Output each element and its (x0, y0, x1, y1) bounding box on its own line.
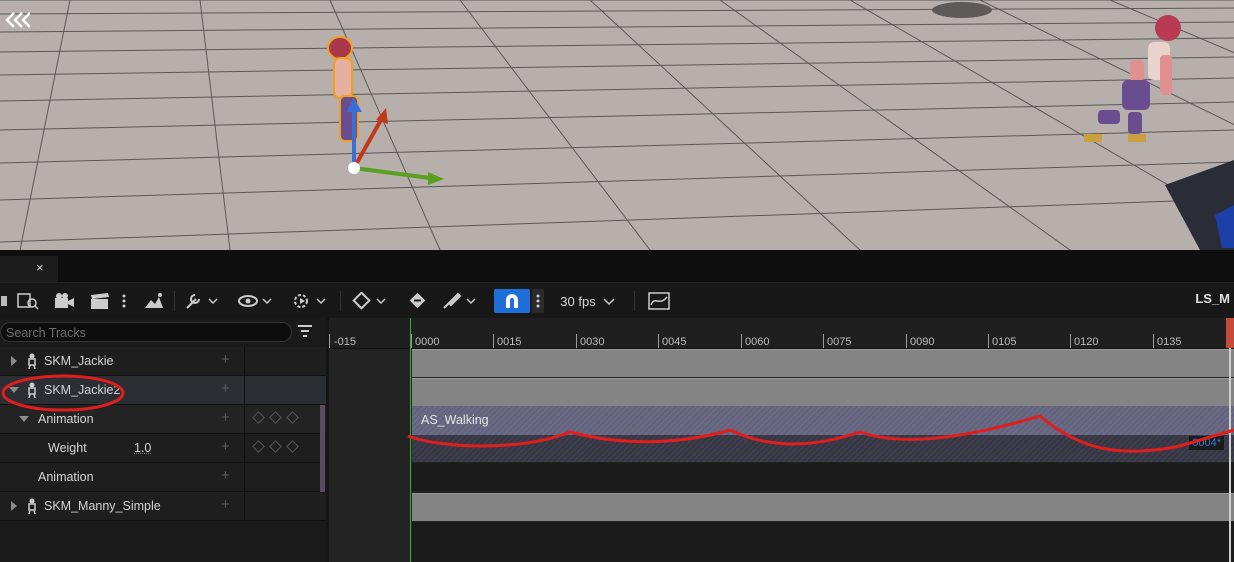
red-annotation-overlay (1, 374, 1234, 453)
annotation-circle (1, 374, 125, 412)
annotation-curve (407, 414, 1234, 453)
